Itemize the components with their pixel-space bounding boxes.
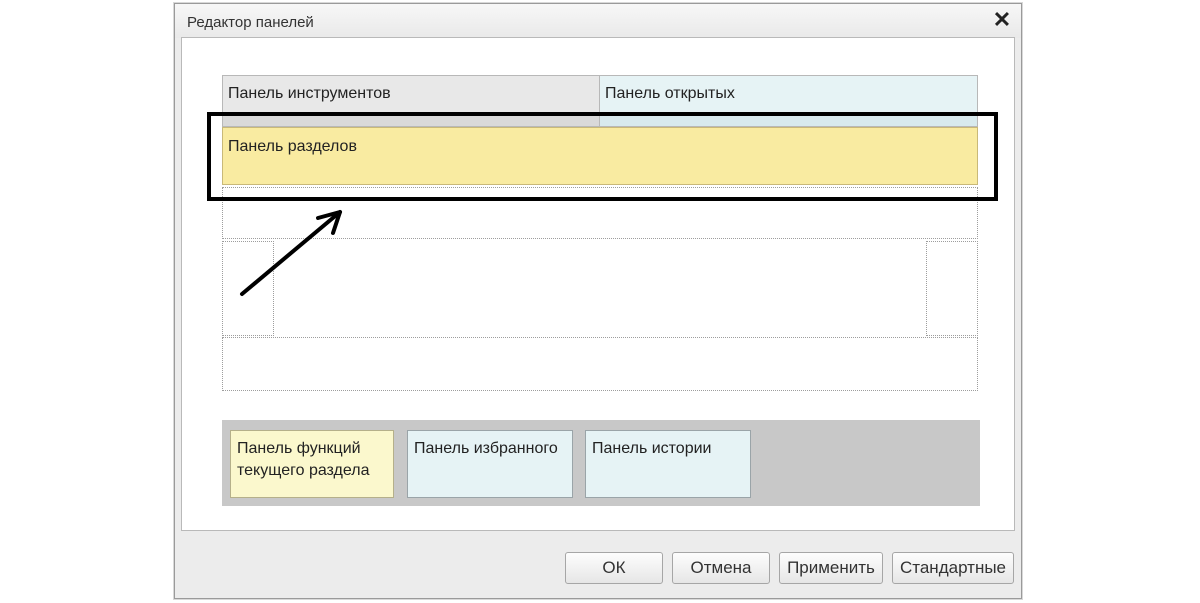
- panel-open-label: Панель открытых: [605, 85, 735, 102]
- title-bar[interactable]: Редактор панелей ✕: [175, 4, 1021, 38]
- window-title: Редактор панелей: [187, 14, 314, 31]
- apply-button[interactable]: Применить: [779, 552, 883, 584]
- available-panel-history[interactable]: Панель истории: [585, 430, 751, 498]
- arrow-annotation: [240, 210, 342, 296]
- default-button[interactable]: Стандартные: [892, 552, 1014, 584]
- available-panel-functions[interactable]: Панель функций текущего раздела: [230, 430, 394, 498]
- panel-editor-window: Редактор панелей ✕ Панель инструментов П…: [174, 3, 1022, 599]
- available-panels-area: Панель функций текущего раздела Панель и…: [222, 420, 980, 506]
- available-panel-favorites[interactable]: Панель избранного: [407, 430, 573, 498]
- highlight-rectangle: [207, 112, 998, 201]
- ok-button[interactable]: ОК: [565, 552, 663, 584]
- panel-tools-label: Панель инструментов: [228, 85, 391, 102]
- drop-zone-right[interactable]: [926, 241, 978, 336]
- cancel-button[interactable]: Отмена: [672, 552, 770, 584]
- close-icon[interactable]: ✕: [991, 9, 1013, 31]
- drop-zone-bottom[interactable]: [222, 337, 978, 391]
